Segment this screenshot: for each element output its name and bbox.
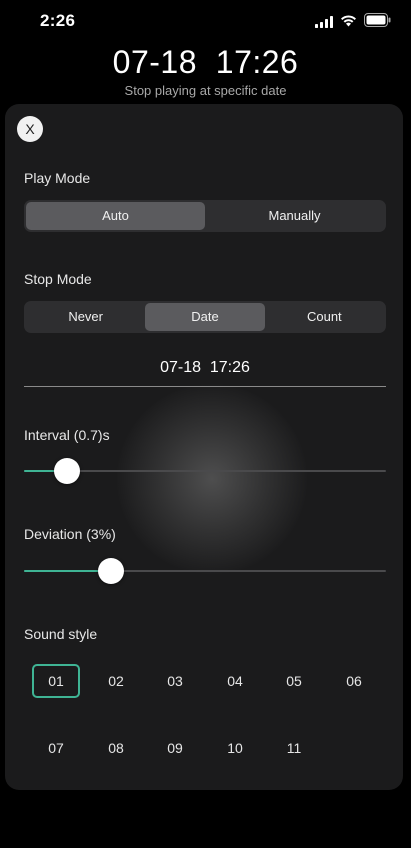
interval-slider-thumb[interactable] [54, 458, 80, 484]
sound-style-option[interactable]: 05 [270, 664, 318, 698]
interval-label: Interval (0.7)s [24, 427, 110, 443]
header-time: 07-18 17:26 [112, 44, 299, 80]
sound-style-option[interactable]: 04 [211, 664, 259, 698]
stop-date-field[interactable]: 07-18 17:26 [24, 359, 386, 377]
stop-mode-label: Stop Mode [24, 271, 92, 287]
status-time: 2:26 [40, 11, 76, 30]
deviation-slider-thumb[interactable] [98, 558, 124, 584]
sound-style-option[interactable]: 08 [92, 731, 140, 765]
signal-icon [315, 16, 333, 28]
screen: 2:26 07-18 17:26 Stop playing at specifi… [0, 0, 411, 848]
sound-style-option[interactable]: 06 [330, 664, 378, 698]
sound-style-option[interactable]: 01 [32, 664, 80, 698]
stop-mode-date-segment[interactable]: Date [145, 303, 265, 331]
sound-style-option[interactable]: 09 [151, 731, 199, 765]
sound-style-option[interactable]: 10 [211, 731, 259, 765]
play-mode-auto-segment[interactable]: Auto [26, 202, 205, 230]
deviation-slider[interactable] [24, 558, 386, 584]
sound-style-option[interactable]: 11 [270, 731, 318, 765]
battery-icon [364, 13, 391, 27]
wifi-icon [341, 15, 356, 27]
interval-slider[interactable] [24, 458, 386, 484]
sound-style-label: Sound style [24, 626, 98, 642]
sound-style-option[interactable]: 03 [151, 664, 199, 698]
status-bar: 2:26 [0, 0, 411, 44]
header-subtitle: Stop playing at specific date [124, 83, 287, 98]
sound-style-option[interactable]: 07 [32, 731, 80, 765]
play-mode-segmented-control: Auto Manually [24, 200, 386, 232]
deviation-label: Deviation (3%) [24, 526, 116, 542]
settings-sheet: X Play Mode Auto Manually Stop Mode Neve… [5, 104, 403, 790]
background-glow [117, 384, 307, 574]
stop-mode-segmented-control: Never Date Count [24, 301, 386, 333]
sound-style-option[interactable]: 02 [92, 664, 140, 698]
stop-mode-count-segment[interactable]: Count [265, 303, 384, 331]
play-mode-manually-segment[interactable]: Manually [205, 202, 384, 230]
play-mode-label: Play Mode [24, 170, 91, 186]
stop-date-underline [24, 386, 386, 387]
stop-mode-never-segment[interactable]: Never [26, 303, 145, 331]
close-button[interactable]: X [17, 116, 43, 142]
